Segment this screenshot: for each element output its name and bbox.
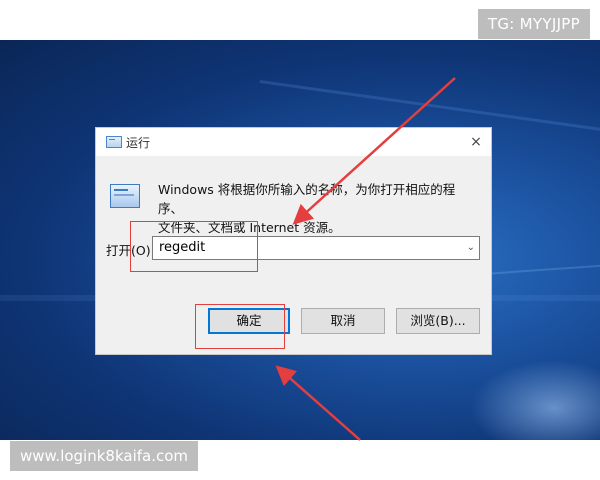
- highlight-input-box: [130, 221, 258, 272]
- dialog-title: 运行: [126, 136, 151, 150]
- browse-button[interactable]: 浏览(B)...: [396, 308, 480, 334]
- close-button[interactable]: ×: [461, 128, 491, 156]
- description-line-1: Windows 将根据你所输入的名称，为你打开相应的程序、: [158, 182, 456, 216]
- watermark-top: TG: MYYJJPP: [477, 9, 590, 39]
- run-program-icon: [110, 184, 140, 208]
- dialog-titlebar[interactable]: 运行 ×: [96, 128, 491, 156]
- watermark-bottom: www.logink8kaifa.com: [10, 441, 199, 471]
- cancel-button[interactable]: 取消: [301, 308, 385, 334]
- chevron-down-icon[interactable]: ⌄: [467, 237, 475, 259]
- highlight-ok-box: [195, 304, 285, 349]
- run-app-icon: [106, 136, 122, 148]
